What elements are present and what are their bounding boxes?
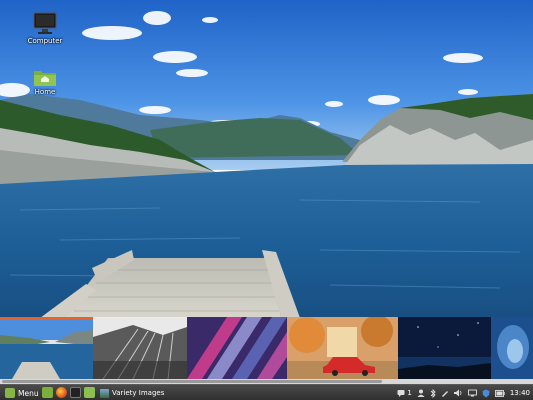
firefox-icon[interactable] [56,387,67,398]
folder-icon[interactable] [84,387,95,398]
variety-thumbnail-strip [0,317,533,379]
thumbnail-red-car-autumn[interactable] [287,317,398,379]
desktop-icon-home[interactable]: Home [15,67,75,96]
bottom-panel: Menu Variety Images 1 13:40 [0,384,533,400]
bluetooth-icon[interactable] [430,388,436,398]
volume-icon[interactable] [453,389,463,397]
user-icon[interactable] [417,389,425,397]
desktop-icon-computer[interactable]: Computer [15,12,75,45]
files-icon[interactable] [42,387,53,398]
thumbnail-abstract-streaks[interactable] [187,317,287,379]
thumbnail-blue-water[interactable] [491,317,533,379]
home-folder-icon [34,71,56,86]
battery-icon[interactable] [494,389,505,397]
thumbnail-night-sky[interactable] [398,317,491,379]
taskbar-window-variety[interactable]: Variety Images [97,386,167,400]
menu-label: Menu [18,388,39,398]
system-tray: 1 13:40 [392,386,530,400]
wallpaper [0,0,533,320]
shield-icon[interactable] [482,389,490,398]
thumbnail-lake-pier[interactable] [0,317,93,379]
computer-icon [33,12,57,34]
window-title: Variety Images [112,389,165,397]
scrollbar-thumb[interactable] [2,380,382,383]
variety-icon [100,388,109,398]
chat-icon[interactable] [397,389,405,397]
mint-logo-icon [5,388,15,398]
network-icon[interactable] [467,389,477,397]
menu-button[interactable]: Menu [2,386,42,400]
terminal-icon[interactable] [70,387,81,398]
clock[interactable]: 13:40 [510,389,530,397]
notification-count: 1 [407,389,412,397]
desktop-icon-label: Home [34,88,56,96]
pen-icon[interactable] [441,389,449,397]
thumbnail-skyscraper-bw[interactable] [93,317,187,379]
desktop-icon-label: Computer [27,37,63,45]
